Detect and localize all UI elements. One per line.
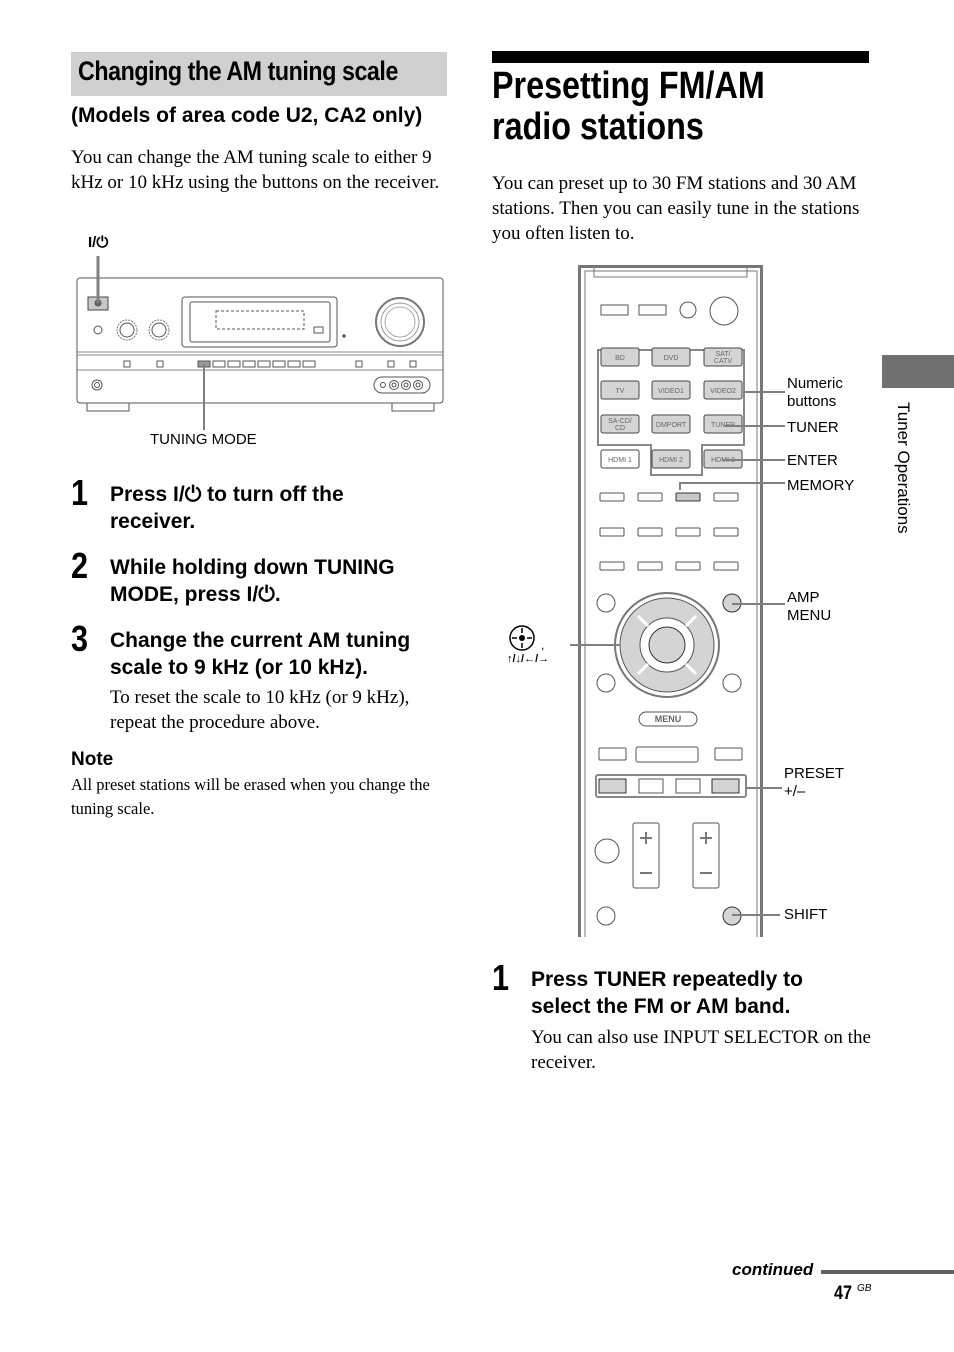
step-number: 1 — [71, 472, 89, 513]
page-suffix: GB — [857, 1283, 872, 1294]
callout-memory: MEMORY — [787, 477, 855, 494]
continued-rule — [821, 1270, 954, 1274]
remote-btn-label: BD — [615, 355, 625, 362]
side-tab-marker — [882, 355, 954, 388]
note-body: All preset stations will be erased when … — [71, 775, 430, 818]
enter-icon — [509, 625, 535, 651]
power-label: I/⏻ — [88, 234, 109, 251]
step-text: Press TUNER repeatedly to select the FM … — [531, 968, 803, 1018]
arrow-keys-label: ↑/↓/←/→ — [507, 653, 550, 665]
callout-comma: , — [541, 638, 545, 652]
note-heading: Note — [71, 749, 114, 770]
page-title: Presetting FM/AM radio stations — [492, 65, 765, 148]
step-text: Change the current AM tuning scale to 9 … — [110, 629, 411, 679]
step-body: To reset the scale to 10 kHz (or 9 kHz),… — [110, 687, 410, 733]
step-text: Press I/⏻ to turn off the receiver. — [110, 483, 344, 533]
remote-btn-label: DVD — [664, 355, 679, 362]
callout-enter: ENTER — [787, 452, 838, 469]
callout-numeric: Numeric buttons — [787, 375, 857, 411]
intro-paragraph-right: You can preset up to 30 FM stations and … — [492, 173, 860, 244]
callout-amp-menu: AMP MENU — [787, 589, 832, 624]
step-number: 2 — [71, 545, 89, 586]
side-tab-label: Tuner Operations — [894, 402, 913, 534]
tuning-mode-label: TUNING MODE — [150, 431, 257, 448]
receiver-illustration — [76, 256, 444, 430]
continued-label: continued — [732, 1260, 814, 1279]
callout-numeric-text: Numeric buttons — [787, 375, 843, 410]
callout-shift: SHIFT — [784, 906, 828, 923]
step-text: While holding down TUNING MODE, press I/… — [110, 556, 395, 606]
callout-tuner: TUNER — [787, 419, 839, 436]
title-rule — [492, 51, 869, 63]
intro-paragraph-left: You can change the AM tuning scale to ei… — [71, 147, 440, 193]
step-number: 3 — [71, 618, 89, 659]
section-subtitle: (Models of area code U2, CA2 only) — [71, 104, 423, 127]
callout-preset: PRESET +/– — [784, 765, 844, 800]
step-body: You can also use INPUT SELECTOR on the r… — [531, 1027, 871, 1073]
step-number: 1 — [492, 957, 510, 998]
remote-btn-label: SAT/ — [715, 351, 730, 358]
page-number: 47 — [834, 1283, 852, 1304]
remote-btn-label: CATV — [714, 358, 732, 365]
section-title: Changing the AM tuning scale — [78, 56, 398, 86]
